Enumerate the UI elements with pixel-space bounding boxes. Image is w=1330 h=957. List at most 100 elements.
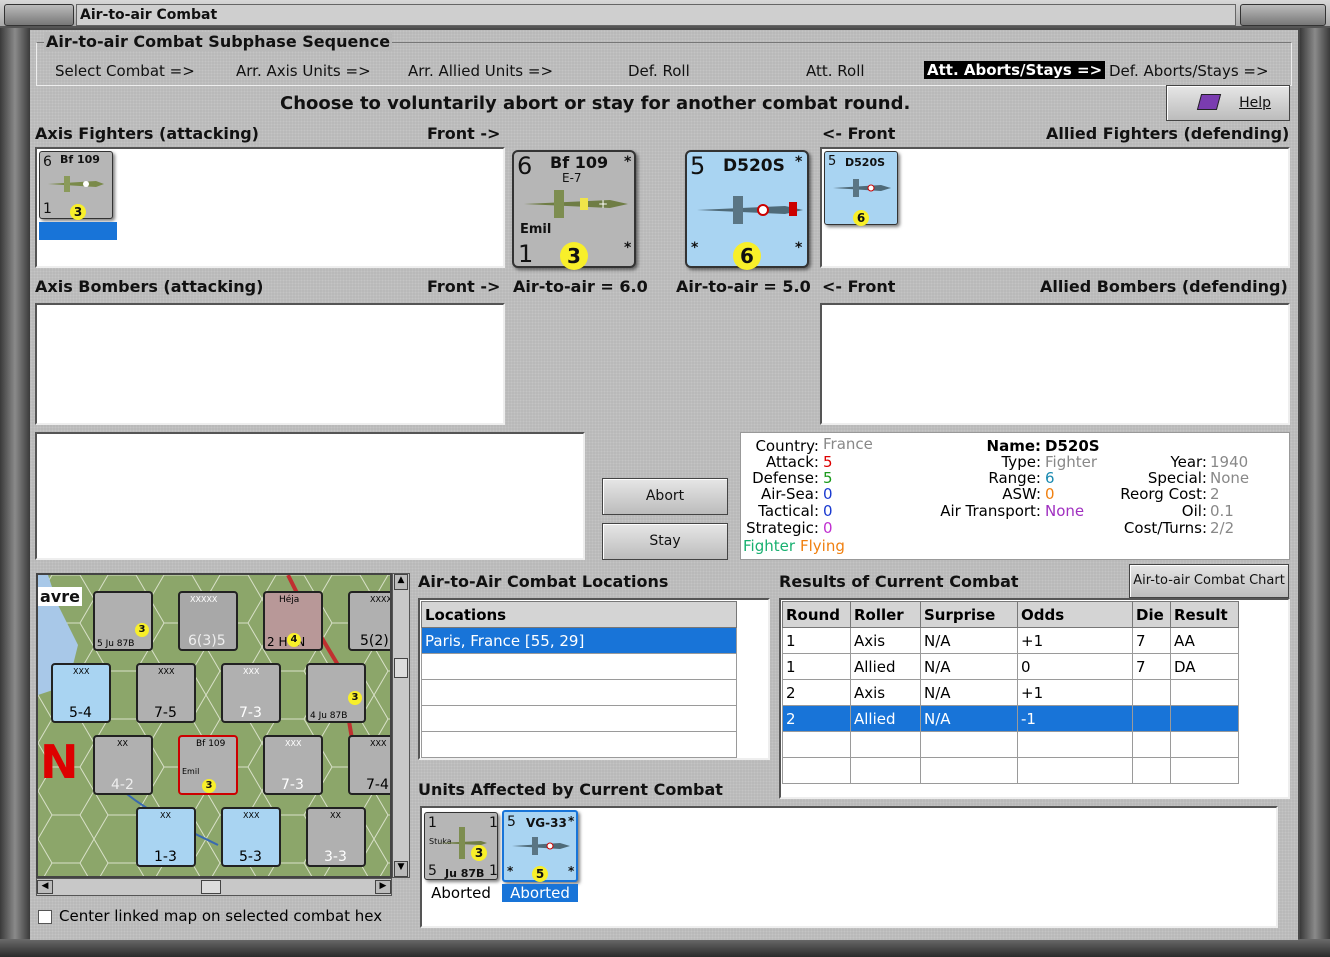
location-row[interactable] [421,679,737,706]
counter-nickname: Emil [520,222,552,237]
counter-variant: E-7 [562,171,582,185]
map-vertical-scrollbar[interactable]: ▲ ▼ [392,573,410,878]
cost-value: 2/2 [1210,519,1235,537]
axis-bombers-front-label: Front -> [427,277,501,296]
map-counter[interactable]: XXX 7-3 [221,663,281,723]
result-row[interactable]: 2 Axis N/A +1 [782,679,1239,706]
ju87-counter[interactable]: 1 1 Stuka 3 5 Ju 87B 1 [424,812,498,880]
location-row[interactable] [421,705,737,732]
stay-button[interactable]: Stay [602,523,728,560]
cell [1170,679,1239,706]
map-counter[interactable]: XXX 5-3 [221,807,281,867]
map-counter[interactable]: Héja 2 HUN 4 [263,591,323,651]
map-counter[interactable]: XX 4-2 [93,735,153,795]
combat-chart-button[interactable]: Air-to-air Combat Chart [1129,564,1289,598]
center-map-checkbox[interactable] [38,910,52,924]
results-table: Round Roller Surprise Odds Die Result 1A… [782,601,1239,784]
allied-bombers-label: Allied Bombers (defending) [1040,277,1288,296]
counter-circle: 3 [560,242,588,270]
result-row[interactable]: 2 Allied N/A -1 [782,705,1239,732]
horizontal-scroll-thumb[interactable] [201,880,221,894]
counter-top-right: 1 [489,815,498,831]
cell: +1 [1017,679,1133,706]
scroll-right-arrow-icon[interactable]: ▶ [375,880,391,894]
counter-bottom-left: 1 [43,201,52,217]
cell [1017,731,1133,758]
result-row[interactable] [782,757,1239,784]
location-row[interactable] [421,653,737,680]
strategic-value: 0 [823,519,833,537]
scroll-up-arrow-icon[interactable]: ▲ [394,574,408,590]
counter-name: D520S [845,156,886,169]
axis-air-to-air-value: Air-to-air = 6.0 [513,277,648,296]
map-counter[interactable]: XX 3-3 [306,807,366,867]
linked-map-view[interactable]: avre N 5 Ju 87B 3 XXXXX 6(3)5 Héja 2 HUN 4 X… [36,573,392,878]
map-place-label: avre [38,587,82,606]
cell: 0 [1017,653,1133,680]
axis-bombers-panel[interactable] [35,303,505,425]
axis-fighters-panel[interactable]: 6 Bf 109 1 3 [35,147,505,268]
location-row[interactable] [421,731,737,758]
map-counter[interactable]: XXXXX 6(3)5 [178,591,238,651]
map-counter-type: XXX [73,667,90,676]
unit-mode: Flying [800,537,845,555]
map-counter[interactable]: XXX 7-5 [136,663,196,723]
axis-fighter-counter-small[interactable]: 6 Bf 109 1 3 [39,151,113,220]
map-counter-value: 5-3 [239,849,262,865]
map-counter[interactable]: XX 1-3 [136,807,196,867]
map-counter[interactable]: XXX 7-4 [348,735,390,795]
map-horizontal-scrollbar[interactable]: ◀ ▶ [36,878,392,896]
location-row[interactable]: Paris, France [55, 29] [421,627,737,654]
counter-bottom-left: * [691,240,699,256]
allied-fighters-panel[interactable]: 5 D520S 6 [820,147,1290,268]
close-window-button[interactable] [1240,4,1326,26]
map-counter[interactable]: 4 Ju 87B 3 [306,663,366,723]
help-button[interactable]: Help [1166,85,1290,121]
counter-strength: 6 [517,152,533,180]
map-counter-value: 4-2 [111,777,134,793]
d520-plane-icon [833,179,891,197]
locations-heading: Air-to-Air Combat Locations [418,572,669,591]
axis-bombers-label: Axis Bombers (attacking) [35,277,264,296]
affected-units-panel: 1 1 Stuka 3 5 Ju 87B 1 Aborted 5 VG-33 *… [420,806,1278,928]
cell: Allied [850,705,921,732]
cell [1017,757,1133,784]
result-row[interactable]: 1 Allied N/A 0 7 DA [782,653,1239,680]
cell [1132,679,1171,706]
reorg-label: Reorg Cost: [1120,485,1207,503]
transport-label: Air Transport: [940,502,1041,520]
abort-button[interactable]: Abort [602,478,728,515]
map-counter[interactable]: 5 Ju 87B 3 [93,591,153,651]
message-panel [35,432,585,560]
col-odds: Odds [1017,601,1133,628]
map-counter-type: XXX [243,667,260,676]
affected-heading: Units Affected by Current Combat [418,780,723,799]
map-counter[interactable]: XXXX 5(2) [348,591,390,651]
window-menu-button[interactable] [4,4,74,26]
result-row[interactable]: 1 Axis N/A +1 7 AA [782,627,1239,654]
map-counter-value: 5(2) [360,633,389,649]
cell: 7 [1132,627,1171,654]
reorg-value: 2 [1210,485,1220,503]
scroll-left-arrow-icon[interactable]: ◀ [37,880,53,894]
result-row[interactable] [782,731,1239,758]
locations-list[interactable]: Locations Paris, France [55, 29] [418,598,770,760]
cell: 1 [782,627,851,654]
locations-table: Locations Paris, France [55, 29] [421,601,737,758]
location-cell [421,679,737,706]
map-counter[interactable]: XXX 5-4 [51,663,111,723]
map-counter[interactable]: XXX 7-3 [263,735,323,795]
allied-fighter-counter-small[interactable]: 5 D520S 6 [824,151,898,226]
scroll-down-arrow-icon[interactable]: ▼ [394,861,408,877]
vg33-counter[interactable]: 5 VG-33 * * 5 * [502,810,578,882]
counter-name: Bf 109 [60,153,100,166]
allied-bombers-panel[interactable] [820,303,1290,425]
map-counter-circle: 3 [202,779,216,793]
vertical-scroll-thumb[interactable] [394,658,408,678]
map-counter[interactable]: Bf 109 Emil 3 [178,735,238,795]
map-counter-value: 6(3)5 [188,633,226,649]
counter-bottom-left: 5 [428,863,437,879]
help-label: Help [1239,95,1271,111]
counter-bottom-right: 1 [489,863,498,879]
location-cell: Paris, France [55, 29] [421,627,737,654]
